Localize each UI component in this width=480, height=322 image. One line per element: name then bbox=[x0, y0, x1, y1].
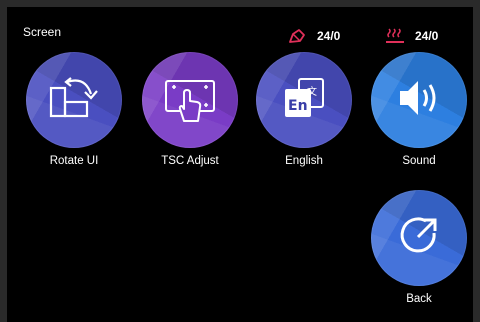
printer-screen: Screen 24/0 24/0 Rotate UI TSC Adjust 文 … bbox=[7, 7, 473, 322]
sound-label: Sound bbox=[402, 155, 436, 167]
language-label: English bbox=[285, 155, 323, 167]
rotate-ui-label: Rotate UI bbox=[49, 155, 99, 167]
nozzle-temp-status: 24/0 bbox=[287, 27, 340, 45]
back-arrow-icon bbox=[396, 213, 442, 264]
page-title: Screen bbox=[23, 25, 62, 39]
bed-heat-icon bbox=[385, 27, 405, 45]
svg-text:En: En bbox=[288, 98, 308, 114]
touch-calibrate-icon bbox=[160, 73, 220, 128]
bed-temp-value: 24/0 bbox=[415, 29, 439, 43]
back-label: Back bbox=[406, 293, 432, 305]
rotate-ui-button[interactable]: Rotate UI bbox=[24, 52, 124, 167]
speaker-icon bbox=[394, 75, 444, 126]
tsc-adjust-label: TSC Adjust bbox=[161, 155, 219, 167]
nozzle-icon bbox=[287, 27, 307, 45]
bed-temp-status: 24/0 bbox=[385, 27, 438, 45]
tsc-adjust-button[interactable]: TSC Adjust bbox=[140, 52, 240, 167]
sound-button[interactable]: Sound bbox=[369, 52, 469, 167]
back-button[interactable]: Back bbox=[369, 190, 469, 305]
rotate-ui-icon bbox=[45, 72, 103, 129]
language-icon: 文 En bbox=[277, 73, 331, 128]
language-button[interactable]: 文 En English bbox=[254, 52, 354, 167]
nozzle-temp-value: 24/0 bbox=[317, 29, 341, 43]
